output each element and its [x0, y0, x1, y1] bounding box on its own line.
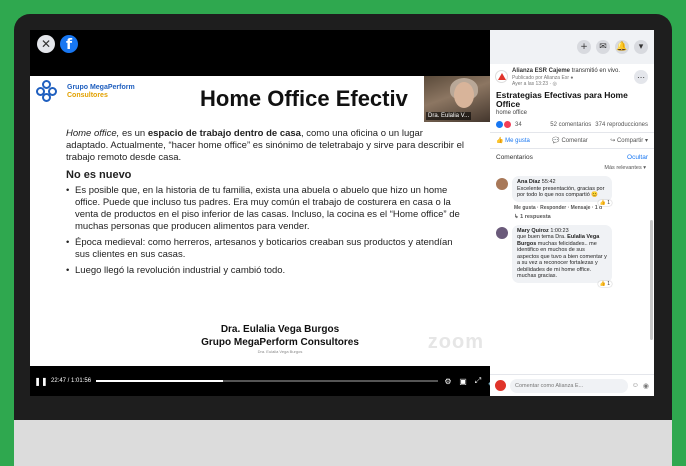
- comment-timecode[interactable]: 1:00:23: [550, 228, 568, 234]
- add-icon[interactable]: +: [577, 40, 591, 54]
- comment-timecode[interactable]: 55:42: [542, 179, 556, 185]
- signature-block: Dra. Eulalia Vega Burgos Grupo MegaPerfo…: [180, 323, 380, 354]
- like-reaction-icon: [496, 121, 503, 128]
- slide-title: Home Office Efectiv: [200, 86, 408, 111]
- comments-header: Comentarios Ocultar: [490, 149, 654, 163]
- company-logo: Grupo MegaPerform Consultores: [36, 80, 135, 104]
- hide-comments-link[interactable]: Ocultar: [627, 154, 648, 161]
- signature-org: Grupo MegaPerform Consultores: [201, 337, 359, 348]
- reaction-count[interactable]: 34: [515, 122, 522, 128]
- comment-input[interactable]: Comentar como Alianza E...: [510, 378, 628, 393]
- webcam-label: Dra. Eulalia V...: [426, 112, 472, 120]
- composer-avatar: [495, 380, 506, 391]
- post-stats: 34 52 comentarios 374 reproducciones: [490, 117, 654, 132]
- video-controls: ❚❚ 22:47 / 1:01:56 ⚙ ▣ ⤢ 🔊: [30, 366, 504, 396]
- bullet-item: Es posible que, en la historia de tu fam…: [66, 185, 466, 233]
- comment-text: Excelente presentación, gracias por por …: [517, 185, 605, 199]
- avatar[interactable]: [496, 178, 508, 190]
- zoom-watermark: zoom: [427, 331, 484, 353]
- emoji-icon[interactable]: ☺: [632, 382, 639, 389]
- camera-icon[interactable]: ◉: [643, 382, 649, 390]
- comment-item: Ana Díaz 55:42 Excelente presentación, g…: [490, 173, 654, 220]
- post-header: Alianza ESR Cajeme transmitió en vivo. P…: [490, 64, 654, 87]
- bottom-panel: [14, 420, 672, 466]
- more-options-icon[interactable]: ⋯: [634, 70, 648, 84]
- screenshot-frame: ✕ f Grupo MegaPerform Consultores Home O…: [14, 14, 672, 466]
- miniplayer-icon[interactable]: ▣: [458, 376, 468, 386]
- logo-line1: Grupo MegaPerform: [67, 84, 135, 91]
- comment-composer: Comentar como Alianza E... ☺ ◉: [490, 374, 654, 396]
- sort-dropdown[interactable]: Más relevantes ▾: [490, 163, 654, 173]
- side-panel: + ✉ 🔔 ▾ Alianza ESR Cajeme transmitió en…: [490, 30, 654, 396]
- comments-scrollbar[interactable]: [650, 220, 653, 340]
- comments-count[interactable]: 52 comentarios: [550, 122, 591, 128]
- comment-item: Mary Quiroz 1:00:23 que buen tema Dra. E…: [490, 220, 654, 287]
- page-name[interactable]: Alianza ESR Cajeme: [512, 68, 570, 74]
- facebook-icon[interactable]: f: [60, 35, 78, 53]
- like-button[interactable]: 👍 Me gusta: [496, 137, 530, 144]
- close-icon[interactable]: ✕: [37, 35, 55, 53]
- post-actions: 👍 Me gusta 💬 Comentar ↪ Compartir ▾: [490, 132, 654, 149]
- love-reaction-icon: [504, 121, 511, 128]
- account-menu-icon[interactable]: ▾: [634, 40, 648, 54]
- share-button[interactable]: ↪ Compartir ▾: [610, 137, 648, 144]
- fullscreen-icon[interactable]: ⤢: [473, 376, 483, 386]
- presentation-slide: Grupo MegaPerform Consultores Home Offic…: [30, 76, 504, 366]
- messenger-icon[interactable]: ✉: [596, 40, 610, 54]
- video-player[interactable]: ✕ f Grupo MegaPerform Consultores Home O…: [30, 30, 504, 396]
- comment-actions[interactable]: Me gusta · Responder · Mensaje · 1 d: [512, 202, 648, 211]
- replies-link[interactable]: ↳ 1 respuesta: [512, 211, 648, 220]
- slide-body: Home office, es un espacio de trabajo de…: [66, 128, 466, 281]
- page-avatar[interactable]: [495, 70, 508, 83]
- comment-author[interactable]: Ana Díaz: [517, 179, 540, 185]
- comments-title: Comentarios: [496, 154, 533, 161]
- comment-bubble: Mary Quiroz 1:00:23 que buen tema Dra. E…: [512, 224, 612, 287]
- time-label: 22:47 / 1:01:56: [51, 378, 92, 384]
- post-title: Estrategias Efectivas para Home Office: [496, 90, 628, 109]
- logo-line2: Consultores: [67, 92, 108, 99]
- signature-name: Dra. Eulalia Vega Burgos: [220, 324, 340, 335]
- slide-intro: Home office, es un espacio de trabajo de…: [66, 128, 464, 163]
- comment-button[interactable]: 💬 Comentar: [552, 137, 587, 144]
- avatar[interactable]: [496, 226, 508, 239]
- bullet-item: Luego llegó la revolución industrial y c…: [66, 265, 466, 277]
- comment-reactions[interactable]: 👍 1: [597, 280, 612, 287]
- post-time[interactable]: Ayer a las 13:23 · ◎: [512, 81, 648, 87]
- comment-bubble: Ana Díaz 55:42 Excelente presentación, g…: [512, 176, 612, 206]
- side-toolbar: + ✉ 🔔 ▾: [490, 30, 654, 64]
- notifications-icon[interactable]: 🔔: [615, 40, 629, 54]
- comment-reactions[interactable]: 👍 1: [597, 199, 612, 206]
- pause-icon[interactable]: ❚❚: [34, 376, 47, 386]
- comment-author[interactable]: Mary Quiroz: [517, 228, 549, 234]
- bullet-item: Época medieval: como herreros, artesanos…: [66, 237, 466, 261]
- section-heading: No es nuevo: [66, 169, 132, 181]
- progress-bar[interactable]: [96, 380, 438, 382]
- post-action: transmitió en vivo.: [570, 68, 621, 74]
- bullet-list: Es posible que, en la historia de tu fam…: [66, 185, 466, 277]
- signature-tiny: Dra. Eulalia Vega Burgos: [257, 349, 303, 354]
- logo-circles-icon: [36, 80, 64, 104]
- views-count: 374 reproducciones: [595, 121, 648, 128]
- settings-icon[interactable]: ⚙: [443, 376, 453, 386]
- post-subtitle: home office: [496, 110, 527, 116]
